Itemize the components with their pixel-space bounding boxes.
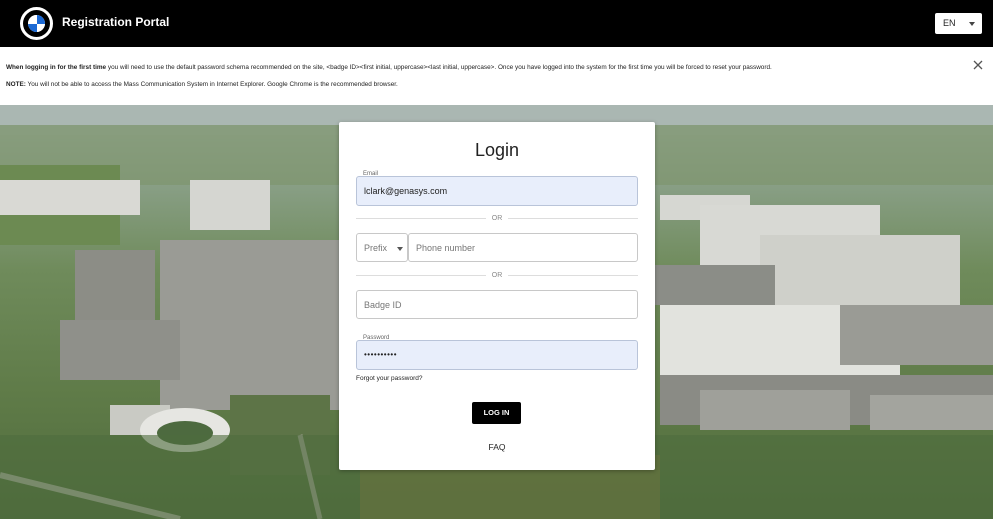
password-field[interactable]: Password •••••••••• bbox=[356, 335, 638, 370]
language-value: EN bbox=[943, 18, 956, 28]
prefix-placeholder: Prefix bbox=[364, 243, 388, 253]
app-title: Registration Portal bbox=[62, 15, 170, 29]
notice-line-1: When logging in for the first time you w… bbox=[6, 64, 772, 71]
badge-id-field[interactable]: Badge ID bbox=[356, 290, 638, 319]
faq-link[interactable]: FAQ bbox=[339, 442, 655, 452]
badge-placeholder: Badge ID bbox=[364, 300, 402, 310]
logo-roundel bbox=[28, 15, 45, 32]
or-label-1: OR bbox=[339, 215, 655, 222]
or-label-2: OR bbox=[339, 272, 655, 279]
notice-banner: When logging in for the first time you w… bbox=[0, 47, 993, 105]
phone-number-field[interactable]: Phone number bbox=[408, 233, 638, 262]
close-icon[interactable] bbox=[972, 59, 984, 71]
chevron-down-icon bbox=[397, 247, 403, 251]
logo-ring bbox=[23, 10, 50, 37]
top-bar: Registration Portal EN bbox=[0, 0, 993, 47]
login-card: Login Email lclark@genasys.com OR Prefix… bbox=[339, 122, 655, 470]
email-value: lclark@genasys.com bbox=[364, 186, 448, 196]
language-select[interactable]: EN bbox=[935, 13, 982, 34]
prefix-select[interactable]: Prefix bbox=[356, 233, 408, 262]
forgot-password-link[interactable]: Forgot your password? bbox=[356, 375, 422, 382]
notice-line-2: NOTE: You will not be able to access the… bbox=[6, 81, 398, 88]
login-title: Login bbox=[474, 140, 520, 160]
bmw-logo[interactable] bbox=[20, 7, 53, 40]
password-value: •••••••••• bbox=[364, 350, 398, 359]
login-button[interactable]: LOG IN bbox=[472, 402, 521, 424]
email-field[interactable]: Email lclark@genasys.com bbox=[356, 171, 638, 206]
notice-line-2-text: You will not be able to access the Mass … bbox=[25, 81, 398, 88]
password-label: Password bbox=[363, 335, 390, 341]
notice-line-1-bold: When logging in for the first time bbox=[6, 64, 107, 71]
chevron-down-icon bbox=[969, 22, 975, 26]
notice-line-1-text: you will need to use the default passwor… bbox=[106, 64, 772, 71]
phone-placeholder: Phone number bbox=[416, 243, 476, 253]
notice-line-2-bold: NOTE: bbox=[6, 81, 26, 88]
email-label: Email bbox=[363, 171, 379, 177]
